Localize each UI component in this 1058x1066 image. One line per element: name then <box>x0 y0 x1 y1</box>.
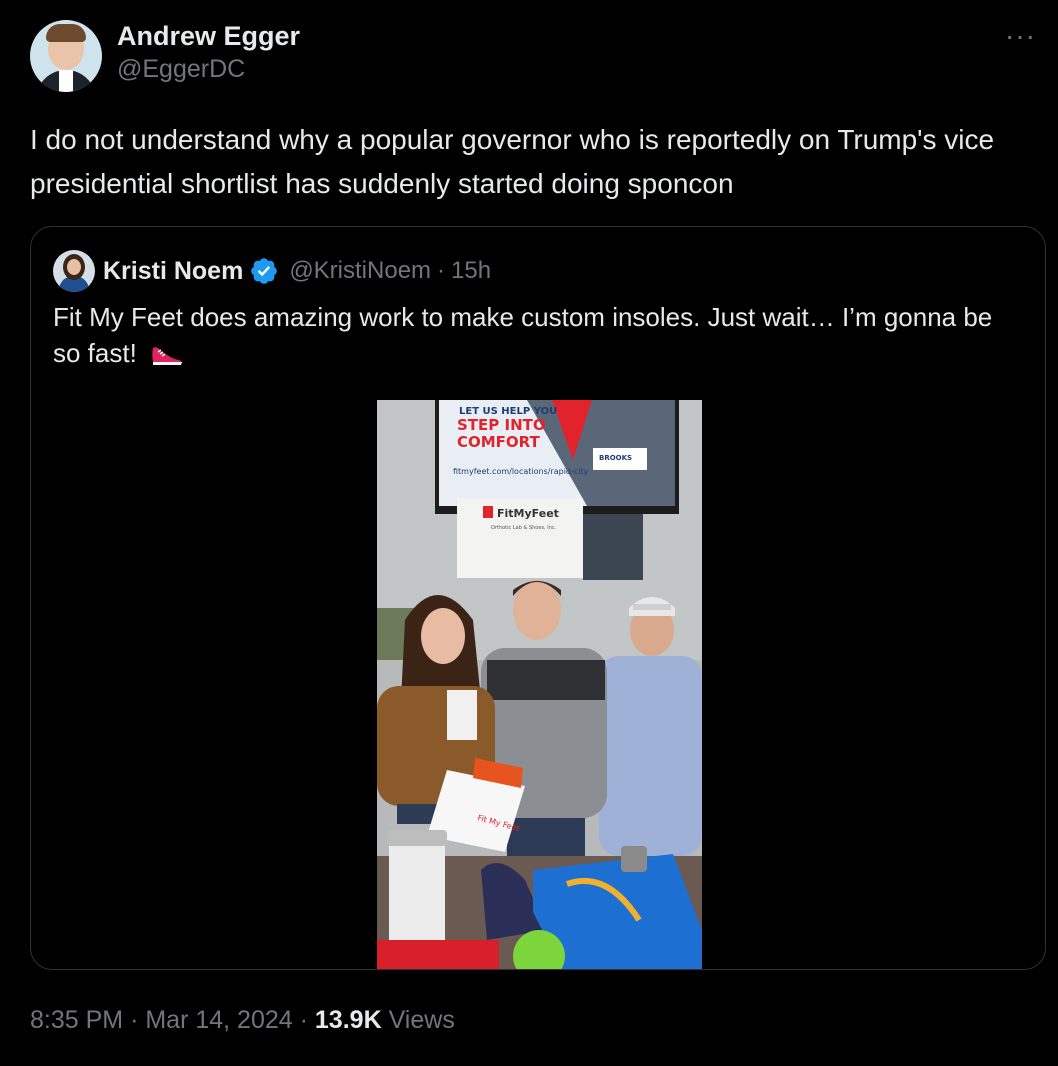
sign-subtitle: Orthotic Lab & Shoes, Inc. <box>491 525 557 531</box>
tweet-date[interactable]: Mar 14, 2024 <box>145 1006 292 1034</box>
verified-badge-icon <box>251 258 278 284</box>
quoted-author-name[interactable]: Kristi Noem <box>103 257 243 286</box>
running-shoe-icon <box>152 347 183 365</box>
views-count: 13.9K <box>314 1006 382 1034</box>
tv-line-2: STEP INTO <box>457 416 546 434</box>
more-horizontal-icon[interactable]: ··· <box>1005 22 1036 50</box>
separator-dot: · <box>437 257 446 284</box>
tweet-metadata: 8:35 PM · Mar 14, 2024 · 13.9K Views <box>30 1004 455 1036</box>
separator-dot: · <box>299 1006 308 1034</box>
quoted-tweet-body: Fit My Feet does amazing work to make cu… <box>53 302 993 368</box>
tv-line-3: COMFORT <box>457 433 541 451</box>
tv-brand: BROOKS <box>599 454 632 462</box>
quoted-tweet-time[interactable]: 15h <box>451 257 491 285</box>
tweet-author[interactable]: Andrew Egger @EggerDC <box>30 20 300 92</box>
sign-brand: FitMyFeet <box>497 507 559 520</box>
tweet-time[interactable]: 8:35 PM <box>30 1006 123 1034</box>
author-name[interactable]: Andrew Egger <box>117 19 300 53</box>
quoted-tweet-text: Fit My Feet does amazing work to make cu… <box>53 299 1013 371</box>
quoted-tweet[interactable]: Kristi Noem @KristiNoem · 15h Fit My Fee… <box>30 226 1046 970</box>
separator-dot: · <box>130 1006 139 1034</box>
tweet-text: I do not understand why a popular govern… <box>30 124 995 199</box>
quoted-author-avatar[interactable] <box>53 250 95 292</box>
quoted-tweet-video[interactable]: LET US HELP YOU STEP INTO COMFORT fitmyf… <box>377 400 702 969</box>
author-avatar[interactable] <box>30 20 102 92</box>
video-frame: LET US HELP YOU STEP INTO COMFORT fitmyf… <box>377 400 702 969</box>
tv-url: fitmyfeet.com/locations/rapid-city <box>453 467 589 476</box>
quoted-tweet-header: Kristi Noem @KristiNoem · 15h <box>53 249 491 293</box>
quoted-author-handle[interactable]: @KristiNoem <box>289 257 431 285</box>
author-names: Andrew Egger @EggerDC <box>117 19 300 85</box>
views-label: Views <box>388 1006 455 1034</box>
author-handle[interactable]: @EggerDC <box>117 53 300 85</box>
